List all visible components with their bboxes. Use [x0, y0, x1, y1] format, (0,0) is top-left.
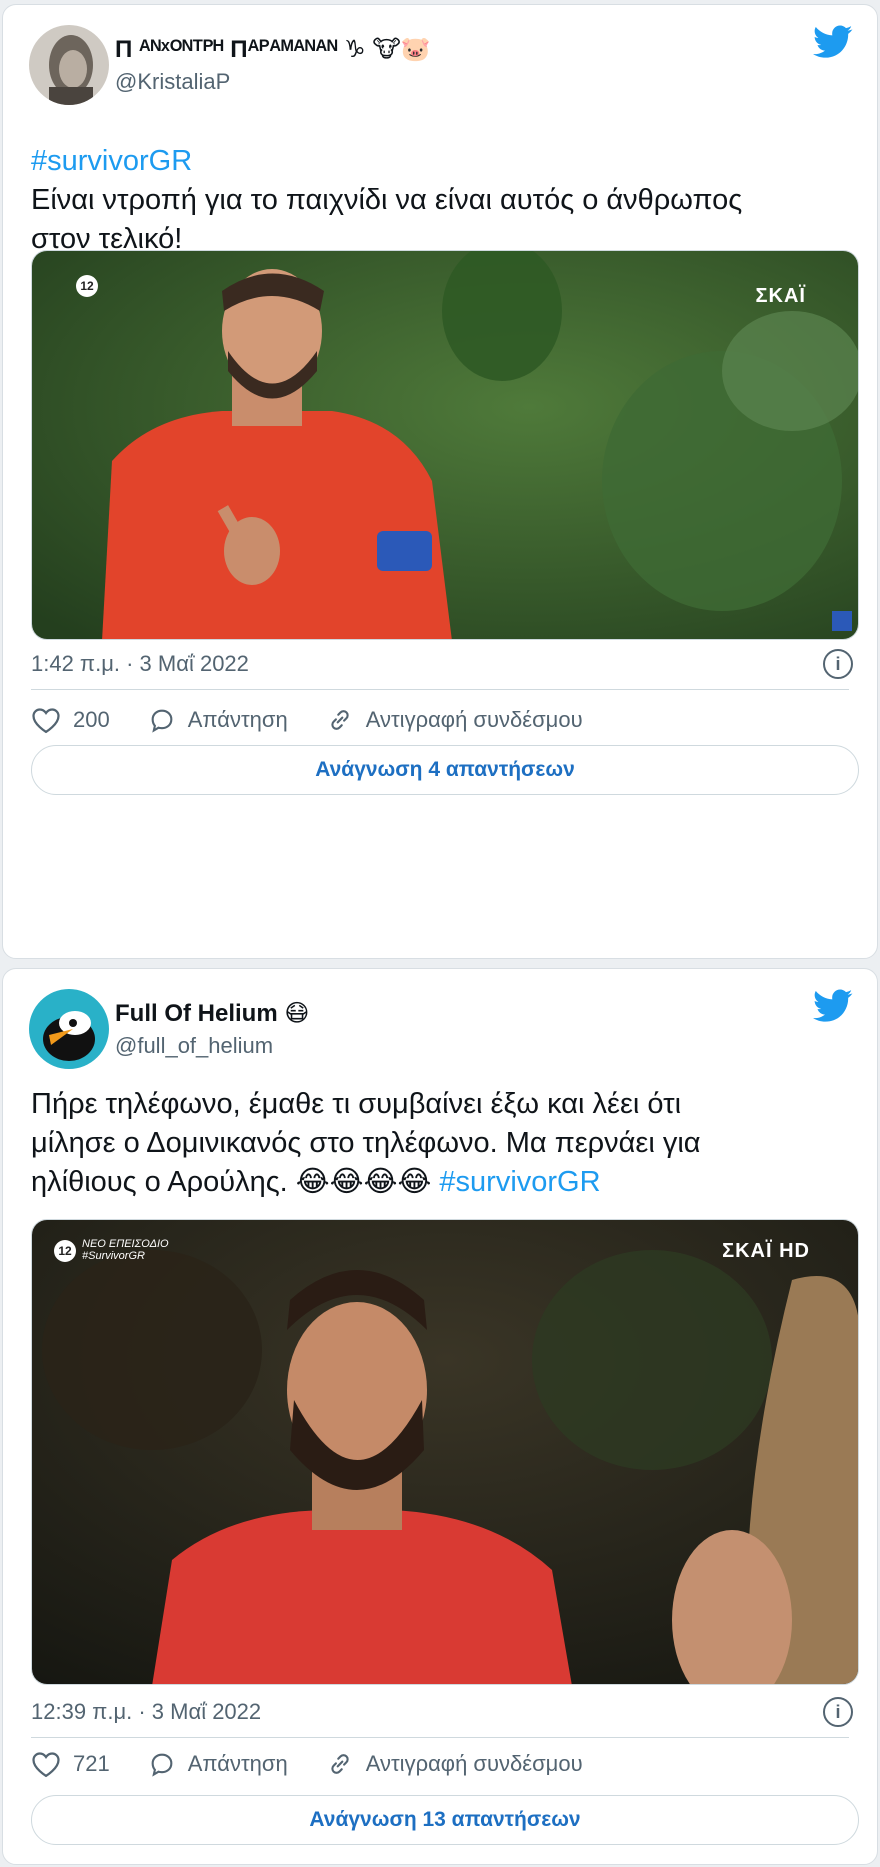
- tweet-text: Πήρε τηλέφωνο, έμαθε τι συμβαίνει έξω κα…: [31, 1085, 701, 1202]
- display-name[interactable]: Π ᴬᴺˣᴼᴺᵀᴾᴴ Πᴬᴾᴬᴹᴬᴺᴬᴺ ♑ 🐮🐷: [115, 35, 431, 64]
- divider: [31, 1737, 849, 1738]
- read-replies-button[interactable]: Ανάγνωση 4 απαντήσεων: [31, 745, 859, 795]
- like-count: 721: [73, 1751, 110, 1776]
- info-icon[interactable]: i: [823, 1697, 853, 1727]
- link-icon: [331, 1754, 349, 1774]
- heart-icon: [32, 1752, 60, 1778]
- read-replies-button[interactable]: Ανάγνωση 13 απαντήσεων: [31, 1795, 859, 1845]
- user-handle[interactable]: @KristaliaP: [115, 69, 230, 95]
- display-name[interactable]: Full Of Helium 😷: [115, 999, 309, 1028]
- media-image: [32, 1220, 858, 1684]
- link-icon: [331, 710, 349, 730]
- reply-label: Απάντηση: [187, 1751, 288, 1776]
- tweet-timestamp[interactable]: 1:42 π.μ. · 3 Μαΐ 2022: [31, 651, 249, 677]
- copy-link-label: Αντιγραφή συνδέσμου: [365, 707, 583, 732]
- reply-button[interactable]: Απάντηση: [148, 706, 288, 734]
- hashtag-link[interactable]: #survivorGR: [439, 1166, 600, 1198]
- reply-icon: [151, 709, 173, 733]
- info-icon[interactable]: i: [823, 649, 853, 679]
- tweet-actions: 721 Απάντηση Αντιγραφή συνδέσμου: [31, 1747, 849, 1781]
- hashtag-link[interactable]: #survivorGR: [31, 145, 192, 177]
- episode-tag: ΝΕΟ ΕΠΕΙΣΟΔΙΟ #SurvivorGR: [82, 1238, 169, 1262]
- like-count: 200: [73, 707, 110, 732]
- tweet-timestamp[interactable]: 12:39 π.μ. · 3 Μαΐ 2022: [31, 1699, 261, 1725]
- twitter-bird-icon[interactable]: [813, 25, 853, 59]
- like-button[interactable]: 721: [31, 1750, 110, 1778]
- channel-rating-badge: 12: [76, 275, 98, 297]
- tweet-media[interactable]: 12 ΣΚΑΪ: [31, 250, 859, 640]
- tweet-card[interactable]: Π ᴬᴺˣᴼᴺᵀᴾᴴ Πᴬᴾᴬᴹᴬᴺᴬᴺ ♑ 🐮🐷 @KristaliaP #s…: [2, 4, 878, 959]
- copy-link-label: Αντιγραφή συνδέσμου: [365, 1751, 583, 1776]
- heart-icon: [32, 708, 60, 734]
- media-image: [32, 251, 858, 639]
- copy-link-button[interactable]: Αντιγραφή συνδέσμου: [326, 706, 583, 734]
- user-handle[interactable]: @full_of_helium: [115, 1033, 273, 1059]
- reply-label: Απάντηση: [187, 707, 288, 732]
- divider: [31, 689, 849, 690]
- reply-button[interactable]: Απάντηση: [148, 1750, 288, 1778]
- tweet-media[interactable]: 12 ΝΕΟ ΕΠΕΙΣΟΔΙΟ #SurvivorGR ΣΚΑΪ HD: [31, 1219, 859, 1685]
- twitter-bird-icon[interactable]: [813, 989, 853, 1023]
- channel-logo: ΣΚΑΪ HD: [722, 1240, 810, 1262]
- tweet-actions: 200 Απάντηση Αντιγραφή συνδέσμου: [31, 703, 849, 737]
- copy-link-button[interactable]: Αντιγραφή συνδέσμου: [326, 1750, 583, 1778]
- like-button[interactable]: 200: [31, 706, 110, 734]
- channel-logo: ΣΚΑΪ: [755, 285, 806, 307]
- reply-icon: [151, 1753, 173, 1777]
- channel-rating-badge: 12: [54, 1240, 76, 1262]
- avatar[interactable]: [29, 989, 109, 1069]
- avatar[interactable]: [29, 25, 109, 105]
- tweet-card[interactable]: Full Of Helium 😷 @full_of_helium Πήρε τη…: [2, 968, 878, 1865]
